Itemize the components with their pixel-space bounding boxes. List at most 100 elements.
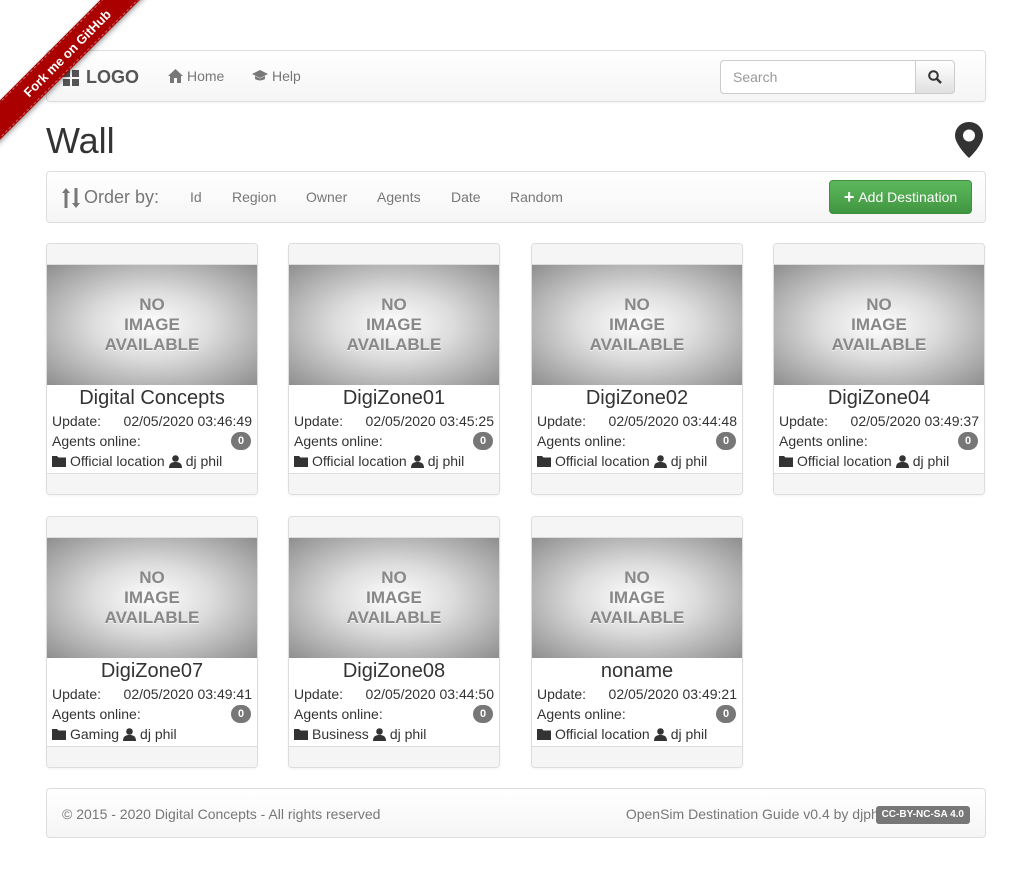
category-label[interactable]: Official location [555, 726, 650, 742]
destination-name[interactable]: DigiZone02 [532, 387, 742, 411]
category-label[interactable]: Official location [312, 453, 407, 469]
update-row: Update: 02/05/2020 03:45:25 [289, 411, 499, 431]
no-image-line: AVAILABLE [589, 608, 685, 627]
destination-card[interactable]: NO IMAGE AVAILABLE DigiZone02 Update: 02/05/2… [531, 243, 743, 495]
order-by-region[interactable]: Region [232, 189, 276, 205]
credit-text[interactable]: OpenSim Destination Guide v0.4 by djphil [626, 806, 885, 822]
search-icon [928, 70, 942, 84]
owner-label[interactable]: dj phil [140, 726, 177, 742]
agents-label: Agents online: [52, 433, 141, 449]
destination-image[interactable]: NO IMAGE AVAILABLE [289, 538, 499, 658]
card-footer [774, 473, 984, 494]
folder-icon [537, 729, 551, 740]
folder-icon [294, 456, 308, 467]
category-label[interactable]: Official location [555, 453, 650, 469]
update-row: Update: 02/05/2020 03:44:50 [289, 684, 499, 704]
update-value: 02/05/2020 03:46:49 [123, 413, 252, 429]
meta-row: Official location dj phil [47, 451, 257, 471]
agents-count-badge: 0 [716, 705, 736, 723]
destination-name[interactable]: DigiZone01 [289, 387, 499, 411]
agents-count-badge: 0 [958, 432, 978, 450]
no-image-line: NO [381, 568, 407, 587]
agents-row: Agents online: 0 [47, 431, 257, 451]
owner-label[interactable]: dj phil [390, 726, 427, 742]
agents-count-badge: 0 [716, 432, 736, 450]
category-label[interactable]: Official location [70, 453, 165, 469]
fork-me-ribbon[interactable]: Fork me on GitHub [0, 0, 150, 144]
agents-row: Agents online: 0 [532, 431, 742, 451]
update-row: Update: 02/05/2020 03:49:21 [532, 684, 742, 704]
destination-card[interactable]: NO IMAGE AVAILABLE noname Update: 02/05/2020 … [531, 516, 743, 768]
no-image-line: AVAILABLE [104, 335, 200, 354]
destination-image[interactable]: NO IMAGE AVAILABLE [47, 265, 257, 385]
no-image-line: IMAGE [366, 588, 422, 607]
no-image-text: NO IMAGE AVAILABLE [105, 568, 200, 628]
card-footer [47, 746, 257, 767]
nav-home-link[interactable]: Home [168, 68, 224, 84]
destination-card[interactable]: NO IMAGE AVAILABLE Digital Concepts Update: 0… [46, 243, 258, 495]
update-label: Update: [779, 413, 829, 429]
destination-card[interactable]: NO IMAGE AVAILABLE DigiZone01 Update: 02/05/2… [288, 243, 500, 495]
owner-label[interactable]: dj phil [428, 453, 465, 469]
meta-row: Official location dj phil [774, 451, 984, 471]
order-by-agents[interactable]: Agents [377, 189, 421, 205]
license-badge[interactable]: CC-BY-NC-SA 4.0 [875, 806, 970, 824]
no-image-text: NO IMAGE AVAILABLE [347, 568, 442, 628]
card-footer [289, 746, 499, 767]
navbar: LOGO Home Help [46, 50, 986, 102]
category-label[interactable]: Business [312, 726, 369, 742]
order-by-date[interactable]: Date [451, 189, 481, 205]
destination-name[interactable]: Digital Concepts [47, 387, 257, 411]
destination-name[interactable]: DigiZone07 [47, 660, 257, 684]
update-value: 02/05/2020 03:49:41 [123, 686, 252, 702]
destination-image[interactable]: NO IMAGE AVAILABLE [532, 265, 742, 385]
card-footer [47, 473, 257, 494]
agents-label: Agents online: [537, 433, 626, 449]
add-destination-button[interactable]: + Add Destination [829, 180, 972, 214]
meta-row: Official location dj phil [532, 724, 742, 744]
map-marker-icon[interactable] [955, 122, 983, 158]
destination-name[interactable]: noname [532, 660, 742, 684]
destination-card[interactable]: NO IMAGE AVAILABLE DigiZone04 Update: 02/05/2… [773, 243, 985, 495]
order-by-id[interactable]: Id [190, 189, 202, 205]
destination-image[interactable]: NO IMAGE AVAILABLE [774, 265, 984, 385]
nav-help-link[interactable]: Help [252, 68, 301, 84]
agents-label: Agents online: [537, 706, 626, 722]
destination-card[interactable]: NO IMAGE AVAILABLE DigiZone08 Update: 02/05/2… [288, 516, 500, 768]
no-image-line: NO [381, 295, 407, 314]
update-row: Update: 02/05/2020 03:44:48 [532, 411, 742, 431]
agents-label: Agents online: [294, 433, 383, 449]
nav-help-label: Help [272, 68, 301, 84]
destination-image[interactable]: NO IMAGE AVAILABLE [47, 538, 257, 658]
nav-home-label: Home [187, 68, 225, 84]
agents-row: Agents online: 0 [289, 704, 499, 724]
category-label[interactable]: Gaming [70, 726, 119, 742]
agents-count-badge: 0 [473, 705, 493, 723]
owner-label[interactable]: dj phil [671, 726, 708, 742]
search-input[interactable] [720, 60, 916, 94]
destination-name[interactable]: DigiZone08 [289, 660, 499, 684]
search-button[interactable] [915, 60, 955, 94]
owner-label[interactable]: dj phil [671, 453, 708, 469]
update-label: Update: [52, 686, 102, 702]
order-bar: Order by: Id Region Owner Agents Date Ra… [46, 171, 986, 223]
destination-image[interactable]: NO IMAGE AVAILABLE [532, 538, 742, 658]
owner-label[interactable]: dj phil [186, 453, 223, 469]
no-image-text: NO IMAGE AVAILABLE [832, 295, 927, 355]
destination-name[interactable]: DigiZone04 [774, 387, 984, 411]
owner-label[interactable]: dj phil [913, 453, 950, 469]
order-by-owner[interactable]: Owner [306, 189, 347, 205]
destination-image[interactable]: NO IMAGE AVAILABLE [289, 265, 499, 385]
card-header [289, 244, 499, 265]
category-label[interactable]: Official location [797, 453, 892, 469]
folder-icon [52, 456, 66, 467]
folder-icon [779, 456, 793, 467]
order-label-text: Order by: [84, 187, 160, 207]
destination-card[interactable]: NO IMAGE AVAILABLE DigiZone07 Update: 02/05/2… [46, 516, 258, 768]
no-image-text: NO IMAGE AVAILABLE [590, 295, 685, 355]
update-row: Update: 02/05/2020 03:46:49 [47, 411, 257, 431]
no-image-line: AVAILABLE [346, 335, 442, 354]
order-by-random[interactable]: Random [510, 189, 563, 205]
agents-count-badge: 0 [231, 705, 251, 723]
no-image-line: IMAGE [124, 588, 180, 607]
